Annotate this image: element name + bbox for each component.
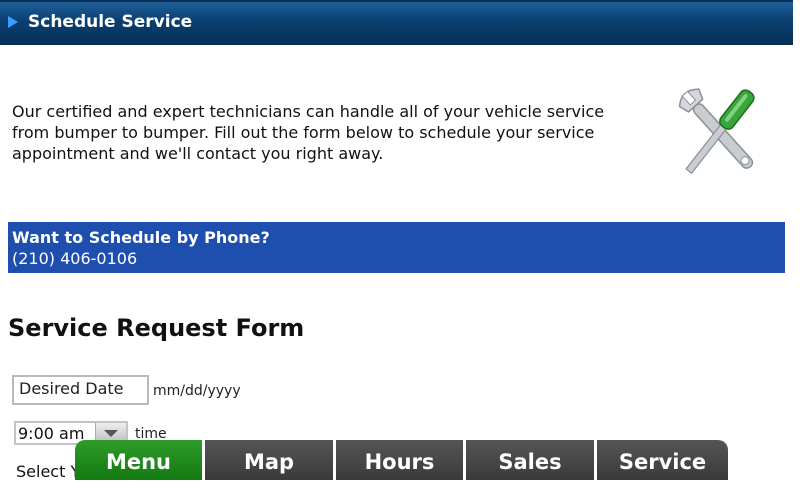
page-title: Schedule Service: [28, 12, 193, 32]
nav-tab-menu[interactable]: Menu: [75, 440, 202, 480]
nav-tab-service[interactable]: Service: [597, 440, 728, 480]
phone-number[interactable]: (210) 406-0106: [12, 248, 781, 269]
bottom-nav: Menu Map Hours Sales Service: [75, 440, 728, 480]
phone-heading: Want to Schedule by Phone?: [12, 228, 270, 247]
phone-banner: Want to Schedule by Phone? (210) 406-010…: [8, 222, 785, 273]
intro-text: Our certified and expert technicians can…: [12, 102, 605, 163]
nav-tab-hours[interactable]: Hours: [336, 440, 463, 480]
desired-date-input[interactable]: Desired Date: [12, 375, 149, 405]
play-arrow-icon: [8, 16, 18, 28]
nav-tab-map[interactable]: Map: [205, 440, 333, 480]
select-year-label: Select Y: [16, 462, 81, 481]
date-format-hint: mm/dd/yyyy: [153, 383, 241, 399]
wrench-screwdriver-icon: [678, 88, 755, 175]
nav-tab-sales[interactable]: Sales: [466, 440, 594, 480]
form-title: Service Request Form: [8, 314, 305, 342]
header-bar: Schedule Service: [0, 0, 793, 45]
chevron-down-icon: [104, 430, 118, 437]
